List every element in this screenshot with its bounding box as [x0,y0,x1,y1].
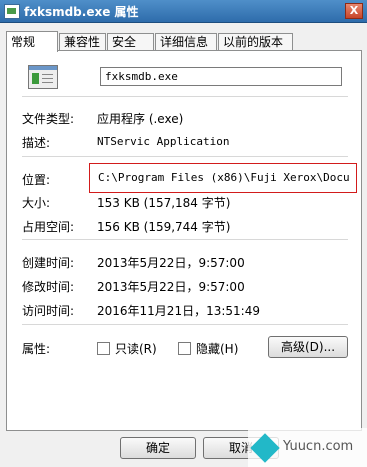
created-label: 创建时间: [22,256,75,270]
file-name-input[interactable] [100,67,342,86]
accessed-label: 访问时间: [22,304,75,318]
hidden-checkbox[interactable] [178,342,191,355]
ok-button[interactable]: 确定 [120,437,196,459]
size-on-disk-value: 156 KB (159,744 字节) [97,220,231,234]
modified-value: 2013年5月22日，9:57:00 [97,280,245,294]
tab-security[interactable]: 安全 [107,33,154,50]
description-value: NTServic Application [97,135,230,148]
created-value: 2013年5月22日，9:57:00 [97,256,245,270]
watermark-text: Yuucn.com [283,439,354,454]
file-type-label: 文件类型: [22,112,75,126]
title-bar[interactable]: fxksmdb.exe 属性 X [0,0,367,23]
window-title: fxksmdb.exe 属性 [24,5,139,19]
tab-compatibility[interactable]: 兼容性 [59,33,106,50]
divider [22,156,348,157]
close-icon: X [349,4,359,17]
divider [22,324,348,325]
application-file-icon [28,65,58,89]
advanced-button[interactable]: 高级(D)... [268,336,348,358]
tab-previous-versions[interactable]: 以前的版本 [218,33,293,50]
attributes-label: 属性: [22,342,51,356]
app-icon [4,4,20,19]
modified-label: 修改时间: [22,280,75,294]
watermark: Yuucn.com [248,428,367,467]
size-on-disk-label: 占用空间: [22,220,75,234]
description-label: 描述: [22,136,51,150]
size-value: 153 KB (157,184 字节) [97,196,231,210]
location-value[interactable]: C:\Program Files (x86)\Fuji Xerox\DocuPr… [98,171,350,184]
location-label: 位置: [22,173,51,187]
size-label: 大小: [22,196,51,210]
hidden-label[interactable]: 隐藏(H) [196,340,238,357]
divider [22,239,348,240]
file-type-value: 应用程序 (.exe) [97,112,184,126]
accessed-value: 2016年11月21日，13:51:49 [97,304,260,318]
divider [22,96,348,97]
watermark-logo-icon [250,433,280,463]
readonly-checkbox[interactable] [97,342,110,355]
readonly-label[interactable]: 只读(R) [115,340,157,357]
close-button[interactable]: X [345,3,363,19]
tab-general[interactable]: 常规 [6,31,58,52]
tab-details[interactable]: 详细信息 [155,33,217,50]
general-panel: 文件类型: 应用程序 (.exe) 描述: NTServic Applicati… [6,50,362,431]
